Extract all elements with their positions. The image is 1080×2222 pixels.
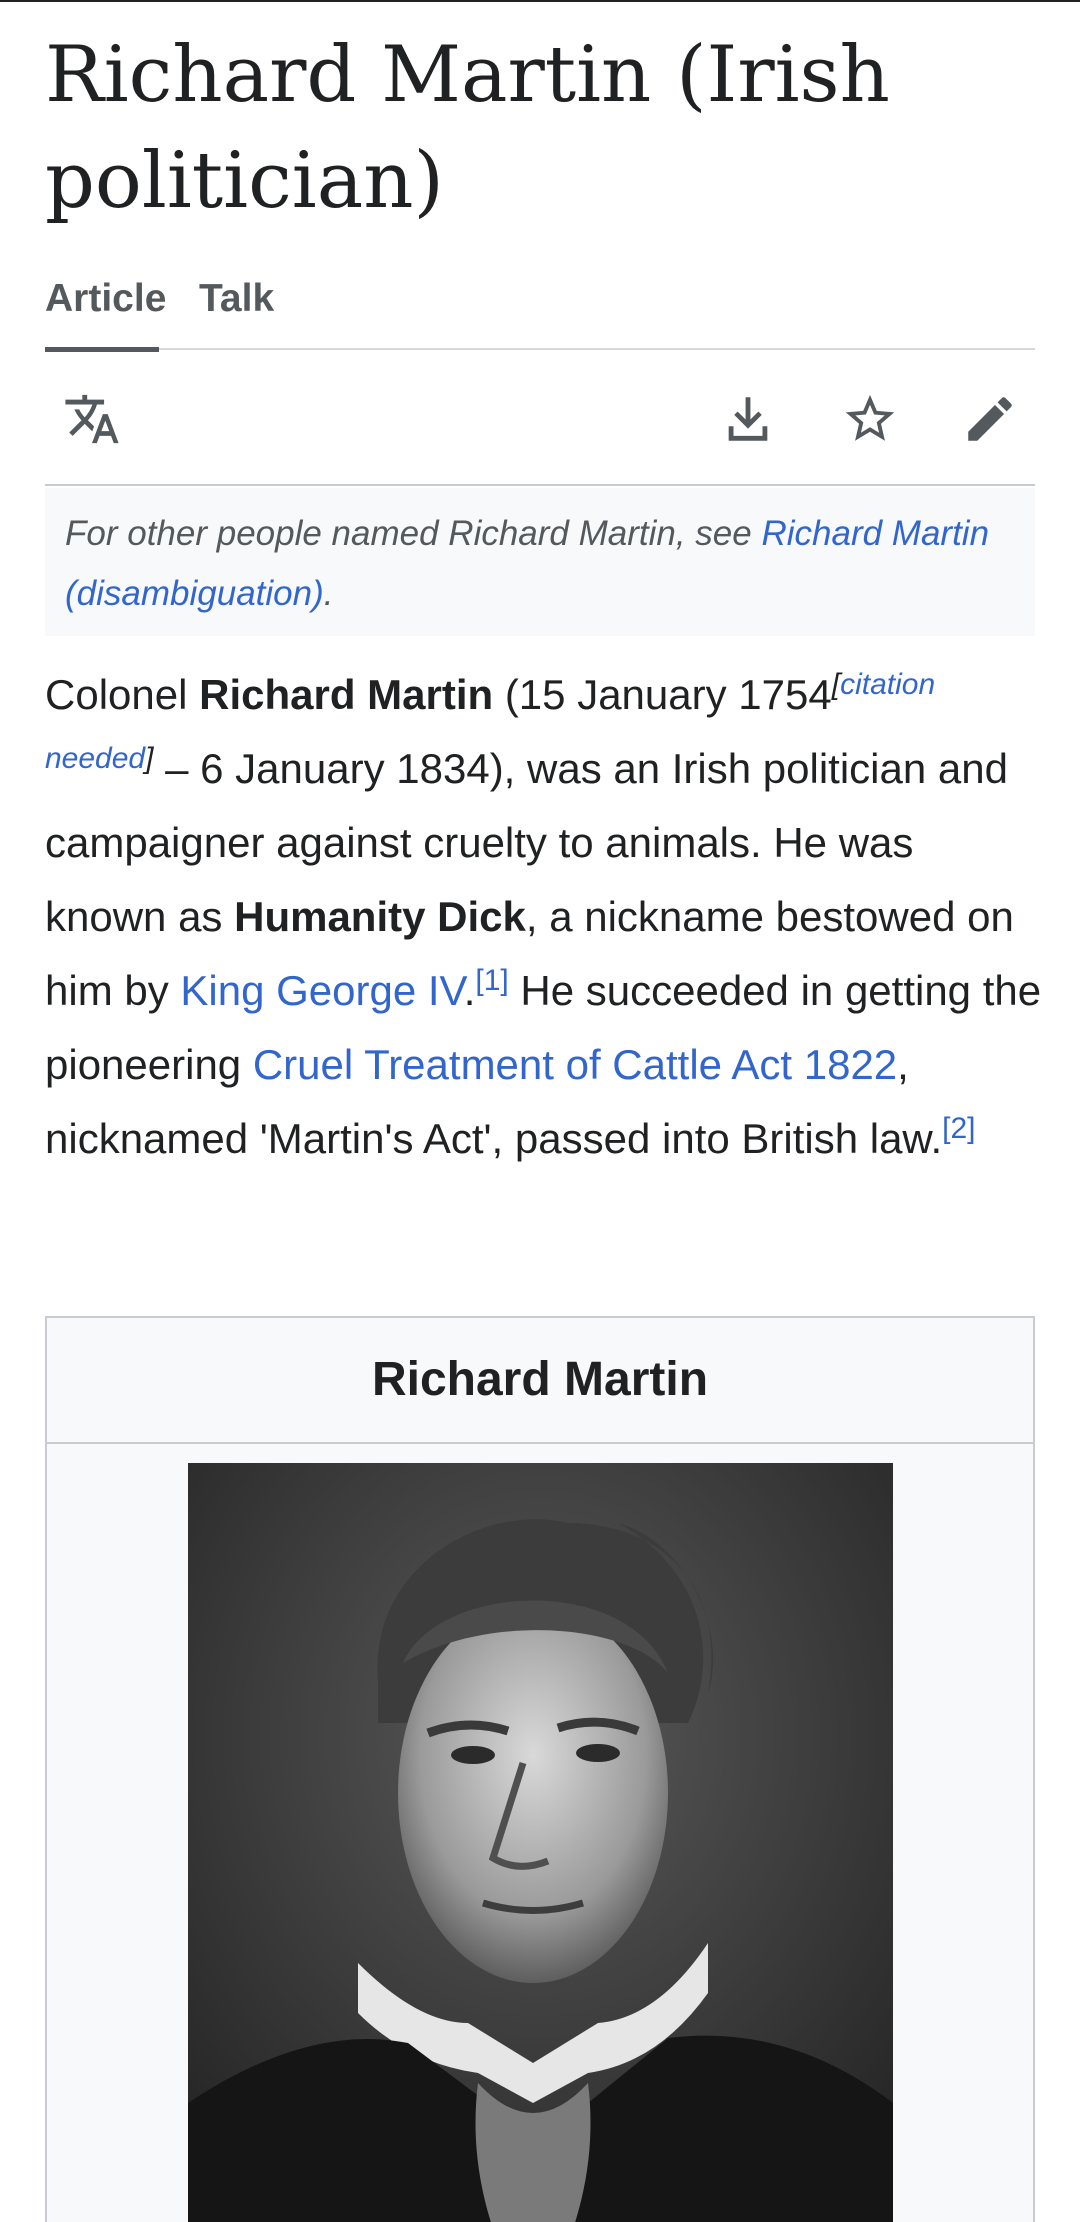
lead-text: . [463, 967, 476, 1014]
hatnote-end: . [323, 574, 334, 613]
tab-article[interactable]: Article [45, 270, 166, 352]
page-title: Richard Martin (Irish politician) [45, 30, 890, 226]
language-translate-icon[interactable] [57, 384, 127, 454]
page-actions-bar [45, 352, 1035, 486]
reference-1-link[interactable]: [1] [475, 964, 508, 997]
cite-bracket: [ [831, 668, 841, 701]
king-george-link[interactable]: King George IV [180, 967, 463, 1014]
subject-name: Richard Martin [199, 671, 494, 718]
portrait-image[interactable] [188, 1463, 893, 2222]
download-icon-glyph [728, 397, 768, 441]
hatnote-text: For other people named Richard Martin, s… [65, 514, 762, 553]
pencil-edit-icon-glyph [968, 397, 1012, 441]
nickname: Humanity Dick [234, 893, 526, 940]
top-divider [0, 0, 1080, 2]
cattle-act-link[interactable]: Cruel Treatment of Cattle Act 1822 [253, 1041, 897, 1088]
pencil-edit-icon[interactable] [955, 384, 1025, 454]
infobox-title: Richard Martin [47, 1318, 1033, 1444]
infobox: Richard Martin [45, 1316, 1035, 2222]
lead-text: (15 January 1754 [493, 671, 832, 718]
lead-text: Colonel [45, 671, 200, 718]
portrait-drawing [188, 1463, 893, 2222]
hatnote: For other people named Richard Martin, s… [45, 488, 1035, 636]
page-tabs: Article Talk [45, 270, 1035, 352]
lead-paragraph: Colonel Richard Martin (15 January 1754[… [45, 658, 1045, 1176]
language-translate-icon-glyph [65, 394, 119, 444]
tab-talk[interactable]: Talk [199, 270, 274, 350]
star-icon[interactable] [835, 384, 905, 454]
download-icon[interactable] [713, 384, 783, 454]
star-icon-glyph [845, 394, 895, 441]
reference-2-link[interactable]: [2] [942, 1112, 975, 1145]
